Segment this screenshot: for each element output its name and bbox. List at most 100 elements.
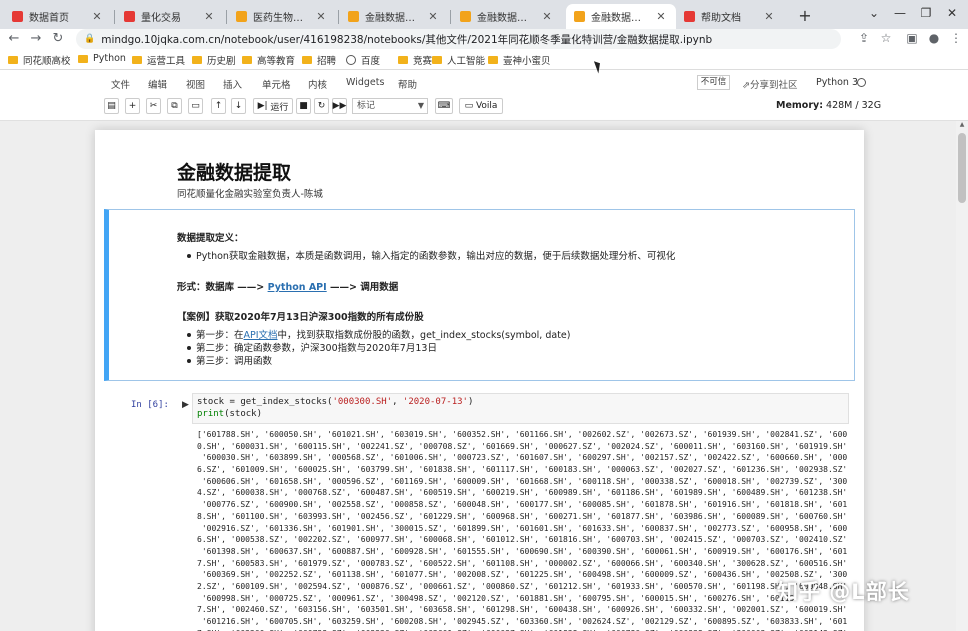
bookmark-label: 高等教育 — [257, 56, 296, 67]
move-up-icon[interactable]: ↑ — [211, 98, 226, 114]
tab-title: 医药生物行业量化分 — [253, 13, 310, 24]
notebook-area: 金融数据提取 同花顺量化金融实验室负责人-陈城 数据提取定义： Python获取… — [0, 121, 968, 631]
bookmark-item[interactable]: 壹神小蜜贝 — [488, 53, 551, 67]
lock-icon[interactable]: 🔒 — [84, 34, 95, 44]
output-line: 4.SZ', '600038.SH', '000768.SZ', '600487… — [197, 488, 847, 498]
close-tab-icon[interactable]: ✕ — [426, 10, 440, 23]
tab-4[interactable]: 金融数据可视化 ✕ — [340, 4, 448, 29]
paste-icon[interactable]: ▭ — [188, 98, 203, 114]
bookmark-star-icon[interactable]: ☆ — [878, 31, 894, 45]
run-cell-icon[interactable]: ▶ — [182, 400, 189, 410]
menu-item[interactable]: 视图 — [186, 77, 205, 91]
markdown-cell[interactable]: 数据提取定义： Python获取金融数据，本质是函数调用，输入指定的函数参数，输… — [104, 209, 855, 381]
navigation-bar: ← → ↻ 🔒 mindgo.10jqka.com.cn/notebook/us… — [0, 29, 968, 49]
tab-favicon-icon — [460, 11, 471, 22]
output-line: '600998.SH', '000725.SZ', '000961.SZ', '… — [197, 593, 795, 603]
tab-5[interactable]: 金融数据处理分析 ✕ — [452, 4, 562, 29]
menu-item[interactable]: 文件 — [111, 77, 130, 91]
restart-run-all-icon[interactable]: ▶▶ — [332, 98, 347, 114]
tab-7[interactable]: 帮助文档 ✕ — [676, 4, 784, 29]
tab-separator — [338, 10, 339, 24]
scroll-up-icon[interactable]: ▲ — [956, 121, 968, 131]
back-icon[interactable]: ← — [6, 30, 22, 48]
kernel-name[interactable]: Python 3 — [816, 77, 858, 88]
restore-icon[interactable]: ❐ — [916, 6, 936, 20]
menu-item[interactable]: 内核 — [308, 77, 327, 91]
menu-item[interactable]: 单元格 — [262, 77, 291, 91]
sidepanel-icon[interactable]: ▣ — [904, 31, 920, 45]
bullet — [187, 359, 191, 363]
tab-search-icon[interactable]: ⌄ — [864, 6, 884, 20]
tab-title: 金融数据可视化 — [365, 13, 422, 24]
bookmark-item[interactable]: 人工智能 — [432, 53, 485, 67]
cut-icon[interactable]: ✂ — [146, 98, 161, 114]
output-line: '601216.SH', '600705.SH', '603259.SH', '… — [197, 617, 847, 626]
folder-icon — [302, 56, 312, 64]
close-tab-icon[interactable]: ✕ — [540, 10, 554, 23]
bookmark-item[interactable]: 高等教育 — [242, 53, 295, 67]
menu-item[interactable]: 插入 — [223, 77, 242, 91]
chevron-down-icon: ▼ — [417, 101, 424, 110]
menu-item[interactable]: 编辑 — [148, 77, 167, 91]
monitor-icon: ▭ — [464, 101, 474, 111]
new-tab-button[interactable]: + — [796, 6, 814, 25]
output-line: '600369.SH', '002252.SZ', '601138.SH', '… — [197, 570, 847, 580]
move-down-icon[interactable]: ↓ — [231, 98, 246, 114]
bookmark-item[interactable]: 竞赛 — [398, 53, 432, 67]
tab-3[interactable]: 医药生物行业量化分 ✕ — [228, 4, 336, 29]
step-2: 第二步：确定函数参数，沪深300指数与2020年7月13日 — [196, 343, 437, 354]
voila-button[interactable]: ▭ Voila — [459, 98, 503, 114]
close-tab-icon[interactable]: ✕ — [762, 10, 776, 23]
bookmark-item[interactable]: 同花顺高校 — [8, 53, 71, 67]
restart-icon[interactable]: ↻ — [314, 98, 329, 114]
close-window-icon[interactable]: ✕ — [942, 6, 962, 20]
code-input[interactable]: stock = get_index_stocks('000300.SH', '2… — [192, 393, 849, 424]
keyboard-icon[interactable]: ⌨ — [435, 98, 453, 114]
save-icon[interactable]: ▤ — [104, 98, 119, 114]
case-heading: 【案例】获取2020年7月13日沪深300指数的所有成份股 — [177, 312, 424, 323]
close-tab-icon[interactable]: ✕ — [202, 10, 216, 23]
forward-icon[interactable]: → — [28, 30, 44, 48]
bookmark-item[interactable]: 百度 — [346, 53, 380, 67]
tab-favicon-icon — [348, 11, 359, 22]
share-to-community-button[interactable]: ⇗分享到社区 — [742, 77, 797, 91]
bullet — [187, 346, 191, 350]
scrollbar-thumb[interactable] — [958, 133, 966, 203]
folder-icon — [132, 56, 142, 64]
close-tab-icon[interactable]: ✕ — [90, 10, 104, 23]
code-line: stock = get_index_stocks('000300.SH', '2… — [197, 397, 474, 407]
browser-menu-icon[interactable]: ⋮ — [948, 31, 964, 45]
bookmark-label: 历史剧 — [207, 56, 236, 67]
bookmark-item[interactable]: Python — [78, 53, 126, 64]
profile-icon[interactable]: ● — [926, 31, 942, 45]
reload-icon[interactable]: ↻ — [50, 30, 66, 48]
bookmark-item[interactable]: 历史剧 — [192, 53, 236, 67]
definition-bullet: Python获取金融数据，本质是函数调用，输入指定的函数参数，输出对应的数据，便… — [196, 251, 676, 262]
bookmark-label: 运营工具 — [147, 56, 186, 67]
memory-usage: Memory: 428M / 32G — [776, 100, 882, 111]
copy-icon[interactable]: ⧉ — [167, 98, 182, 114]
python-api-link[interactable]: Python API — [268, 282, 327, 293]
close-tab-icon[interactable]: ✕ — [314, 10, 328, 23]
bookmark-item[interactable]: 招聘 — [302, 53, 336, 67]
run-button[interactable]: ▶| 运行 — [253, 98, 293, 114]
jupyter-header: 文件 编辑 视图 插入 单元格 内核 Widgets 帮助 不可信 ⇗分享到社区 Python… — [0, 70, 968, 121]
address-bar[interactable]: 🔒 mindgo.10jqka.com.cn/notebook/user/416… — [76, 29, 841, 49]
minimize-icon[interactable]: — — [890, 6, 910, 20]
bookmark-label: 同花顺高校 — [23, 56, 71, 67]
menu-item[interactable]: Widgets — [346, 77, 384, 88]
output-line: 8.SH', '601100.SH', '603993.SH', '002456… — [197, 511, 847, 521]
folder-icon — [8, 56, 18, 64]
bookmark-item[interactable]: 运营工具 — [132, 53, 185, 67]
close-tab-icon[interactable]: ✕ — [654, 10, 668, 23]
tab-2[interactable]: 量化交易 ✕ — [116, 4, 224, 29]
insert-cell-icon[interactable]: + — [125, 98, 140, 114]
menu-item[interactable]: 帮助 — [398, 77, 417, 91]
interrupt-icon[interactable]: ■ — [296, 98, 311, 114]
tab-6[interactable]: 金融数据提取 ✕ — [566, 4, 676, 29]
share-icon[interactable]: ⇪ — [856, 31, 872, 45]
step-1: 第一步：在API文档中，找到获取指数成份股的函数，get_index_stock… — [196, 330, 571, 341]
cell-type-select[interactable]: 标记 ▼ — [352, 98, 428, 114]
trusted-indicator[interactable]: 不可信 — [697, 75, 730, 90]
tab-1[interactable]: 数据首页 ✕ — [4, 4, 112, 29]
